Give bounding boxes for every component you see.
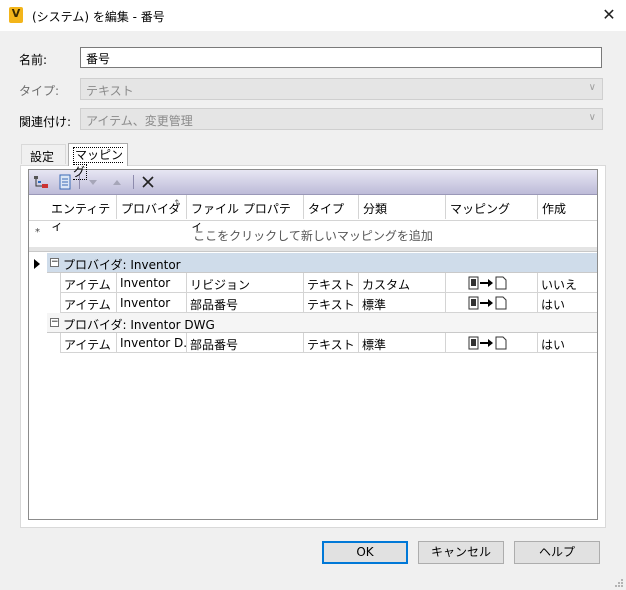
type-label: タイプ: (19, 84, 60, 98)
chevron-down-icon: ∨ (588, 112, 596, 123)
type-select-value: テキスト (86, 84, 134, 98)
current-row-indicator (34, 259, 40, 269)
group-label: プロバイダ: Inventor DWG (63, 318, 215, 332)
mapping-grid: エンティティ プロバイダ ↑ ファイル プロパティ タイプ 分類 マッピング 作… (28, 169, 598, 520)
cell-entity: アイテム (61, 273, 117, 293)
move-up-icon[interactable] (109, 174, 125, 190)
ok-button[interactable]: OK (322, 541, 408, 564)
type-select[interactable]: テキスト ∨ (80, 78, 603, 100)
cell-type: テキスト (304, 293, 359, 313)
cell-create: はい (538, 293, 597, 313)
sort-ascending-icon: ↑ (173, 199, 181, 209)
cell-entity: アイテム (61, 293, 117, 313)
property-to-file-mapping-icon (468, 296, 507, 310)
cell-category: カスタム (359, 273, 446, 293)
header-provider[interactable]: プロバイダ ↑ (117, 195, 187, 219)
cell-category: 標準 (359, 293, 446, 313)
association-label: 関連付け: (19, 115, 72, 129)
map-structure-icon[interactable] (33, 174, 49, 190)
cell-type: テキスト (304, 333, 359, 353)
group-row-inventor[interactable]: − プロバイダ: Inventor (47, 253, 597, 273)
cell-mapping (446, 333, 538, 353)
cell-category: 標準 (359, 333, 446, 353)
name-label: 名前: (19, 53, 48, 67)
header-file-property[interactable]: ファイル プロパティ (187, 195, 304, 233)
row-indent (47, 333, 61, 353)
help-button[interactable]: ヘルプ (514, 541, 600, 564)
table-row[interactable]: アイテム Inventor リビジョン テキスト カスタム いいえ (61, 273, 597, 293)
header-entity[interactable]: エンティティ (47, 195, 117, 233)
property-to-file-mapping-icon (468, 336, 507, 350)
association-select[interactable]: アイテム、変更管理 ∨ (80, 108, 603, 130)
cell-file-property: リビジョン (187, 273, 304, 293)
toolbar-separator (133, 175, 134, 189)
collapse-icon[interactable]: − (50, 258, 59, 267)
cell-mapping (446, 293, 538, 313)
window-title: (システム) を編集 - 番号 (32, 10, 165, 24)
tab-settings[interactable]: 設定 (21, 144, 66, 164)
cell-file-property: 部品番号 (187, 333, 304, 353)
document-list-icon[interactable] (57, 174, 73, 190)
grid-separator (29, 247, 597, 252)
header-type[interactable]: タイプ (304, 195, 359, 219)
row-indent (47, 273, 61, 293)
vault-app-icon: V (9, 7, 23, 23)
header-category[interactable]: 分類 (359, 195, 446, 219)
group-label: プロバイダ: Inventor (63, 258, 181, 272)
cell-create: はい (538, 333, 597, 353)
cell-mapping (446, 273, 538, 293)
tab-mapping[interactable]: マッピング (68, 143, 128, 180)
resize-grip-icon[interactable] (614, 578, 624, 588)
table-row[interactable]: アイテム Inventor 部品番号 テキスト 標準 はい (61, 293, 597, 313)
cell-provider: Inventor (117, 273, 187, 293)
row-indent (47, 293, 61, 313)
name-input[interactable]: 番号 (80, 47, 602, 68)
header-mapping[interactable]: マッピング (446, 195, 538, 219)
header-provider-label: プロバイダ (121, 202, 181, 216)
header-spacer (29, 195, 47, 219)
table-row[interactable]: アイテム Inventor D... 部品番号 テキスト 標準 はい (61, 333, 597, 353)
close-button[interactable]: ✕ (598, 5, 620, 25)
cell-create: いいえ (538, 273, 597, 293)
cell-provider: Inventor D... (117, 333, 187, 353)
cell-type: テキスト (304, 273, 359, 293)
grid-toolbar (29, 170, 597, 195)
group-row-inventor-dwg[interactable]: − プロバイダ: Inventor DWG (47, 313, 597, 333)
cell-provider: Inventor (117, 293, 187, 313)
cancel-button[interactable]: キャンセル (418, 541, 504, 564)
move-down-icon[interactable] (85, 174, 101, 190)
delete-icon[interactable] (140, 174, 156, 190)
association-select-value: アイテム、変更管理 (86, 114, 193, 128)
cell-file-property: 部品番号 (187, 293, 304, 313)
add-mapping-hint: ここをクリックして新しいマッピングを追加 (193, 229, 433, 243)
cell-entity: アイテム (61, 333, 117, 353)
chevron-down-icon: ∨ (588, 82, 596, 93)
title-bar: V (システム) を編集 - 番号 ✕ (0, 0, 626, 31)
property-to-file-mapping-icon (468, 276, 507, 290)
add-mapping-row[interactable]: * ここをクリックして新しいマッピングを追加 (29, 220, 597, 248)
header-create[interactable]: 作成 (538, 195, 597, 219)
collapse-icon[interactable]: − (50, 318, 59, 327)
